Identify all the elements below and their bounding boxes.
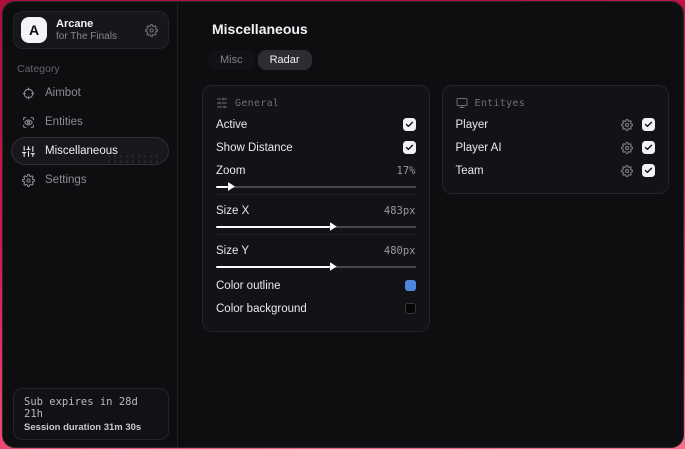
- team-checkbox[interactable]: [642, 164, 655, 177]
- check-icon: [644, 144, 653, 151]
- divider: [216, 194, 416, 195]
- entity-label: Player: [455, 118, 489, 131]
- entities-card: Entityes Player Player AI Team: [441, 85, 669, 194]
- sliders-horizontal-icon: [217, 97, 227, 109]
- slider-track: [216, 185, 416, 188]
- sidebar-item-label: Settings: [45, 174, 87, 186]
- slider-thumb[interactable]: [329, 222, 337, 231]
- sidebar-item-label: Aimbot: [45, 87, 81, 99]
- entity-row-player-ai: Player AI: [455, 136, 655, 159]
- sidebar-item-label: Miscellaneous: [45, 145, 118, 157]
- size-x-slider[interactable]: [216, 222, 416, 231]
- general-card: General Active Show Distance Zoom 17% Si…: [202, 85, 430, 332]
- sidebar-item-settings[interactable]: Settings: [11, 166, 169, 194]
- setting-label: Color background: [216, 302, 307, 315]
- slider-fill: [216, 222, 337, 231]
- show-distance-checkbox[interactable]: [402, 141, 416, 154]
- divider: [216, 234, 416, 235]
- crosshair-icon: [22, 87, 35, 99]
- slider-fill: [216, 262, 337, 271]
- gear-icon: [22, 173, 35, 187]
- size-y-value: 480px: [383, 244, 416, 257]
- logo-text: Arcane for The Finals: [56, 18, 136, 42]
- entity-controls: [621, 141, 655, 154]
- subscription-card: Sub expires in 28d 21h Session duration …: [13, 388, 169, 440]
- player-checkbox[interactable]: [642, 118, 655, 131]
- color-outline-swatch[interactable]: [404, 280, 416, 291]
- app-title: Arcane: [56, 17, 94, 30]
- app-subtitle: for The Finals: [56, 30, 117, 42]
- cards-row: General Active Show Distance Zoom 17% Si…: [202, 85, 669, 332]
- setting-row-active: Active: [216, 113, 416, 136]
- monitor-icon: [456, 98, 467, 108]
- entities-card-title: Entityes: [474, 97, 526, 109]
- check-icon: [405, 144, 413, 151]
- sidebar-item-miscellaneous[interactable]: Miscellaneous: [11, 137, 169, 165]
- app-window: A Arcane for The Finals Category Aimbot …: [2, 1, 684, 448]
- setting-label: Active: [216, 118, 248, 131]
- session-duration-text: Session duration 31m 30s: [24, 422, 142, 433]
- setting-label: Size X: [216, 204, 250, 217]
- setting-row-color-outline: Color outline: [216, 274, 416, 297]
- active-checkbox[interactable]: [402, 118, 416, 131]
- setting-label: Size Y: [216, 244, 250, 257]
- tab-bar: Misc Radar: [208, 50, 669, 70]
- sub-expiry-text: Sub expires in 28d 21h: [24, 396, 138, 420]
- setting-row-show-distance: Show Distance: [216, 136, 416, 159]
- check-icon: [644, 167, 653, 174]
- sidebar-nav: Aimbot Entities Miscellaneous Settings: [3, 79, 177, 194]
- general-card-title: General: [235, 97, 280, 109]
- entity-label: Team: [455, 164, 484, 177]
- slider-thumb[interactable]: [329, 262, 337, 271]
- size-y-slider[interactable]: [216, 262, 416, 271]
- zoom-value: 17%: [396, 164, 416, 177]
- player-ai-checkbox[interactable]: [642, 141, 655, 154]
- sidebar: A Arcane for The Finals Category Aimbot …: [3, 2, 178, 447]
- tab-misc[interactable]: Misc: [208, 50, 255, 70]
- sidebar-item-aimbot[interactable]: Aimbot: [11, 79, 169, 107]
- check-icon: [644, 121, 653, 128]
- setting-row-zoom: Zoom 17%: [216, 159, 416, 182]
- entity-controls: [621, 118, 655, 131]
- logo-card: A Arcane for The Finals: [13, 11, 169, 49]
- entity-label: Player AI: [455, 141, 502, 154]
- sidebar-item-entities[interactable]: Entities: [11, 108, 169, 136]
- entity-row-player: Player: [455, 113, 655, 136]
- setting-row-size-y: Size Y 480px: [216, 239, 416, 262]
- gear-icon[interactable]: [145, 23, 158, 37]
- sidebar-item-label: Entities: [45, 116, 83, 128]
- gear-icon[interactable]: [621, 118, 633, 131]
- entities-card-header: Entityes: [456, 97, 656, 109]
- app-logo: A: [21, 17, 47, 43]
- scan-eye-icon: [23, 116, 34, 128]
- setting-label: Zoom: [216, 164, 246, 177]
- category-label: Category: [17, 63, 60, 75]
- color-background-swatch[interactable]: [404, 303, 416, 314]
- entity-row-team: Team: [455, 159, 655, 182]
- setting-row-size-x: Size X 483px: [216, 199, 416, 222]
- check-icon: [405, 121, 413, 128]
- slider-fill: [216, 182, 235, 191]
- slider-thumb[interactable]: [227, 182, 235, 191]
- gear-icon[interactable]: [621, 141, 633, 154]
- size-x-value: 483px: [383, 204, 416, 217]
- zoom-slider[interactable]: [216, 182, 416, 191]
- entity-controls: [621, 164, 655, 177]
- general-card-header: General: [216, 97, 416, 109]
- sliders-vertical-icon: [22, 145, 35, 157]
- page-title: Miscellaneous: [212, 21, 308, 37]
- setting-label: Color outline: [216, 279, 281, 292]
- setting-row-color-background: Color background: [216, 297, 416, 320]
- tab-radar[interactable]: Radar: [257, 50, 312, 70]
- gear-icon[interactable]: [621, 164, 633, 177]
- setting-label: Show Distance: [216, 141, 293, 154]
- main-content: Miscellaneous Misc Radar General Active: [179, 2, 683, 447]
